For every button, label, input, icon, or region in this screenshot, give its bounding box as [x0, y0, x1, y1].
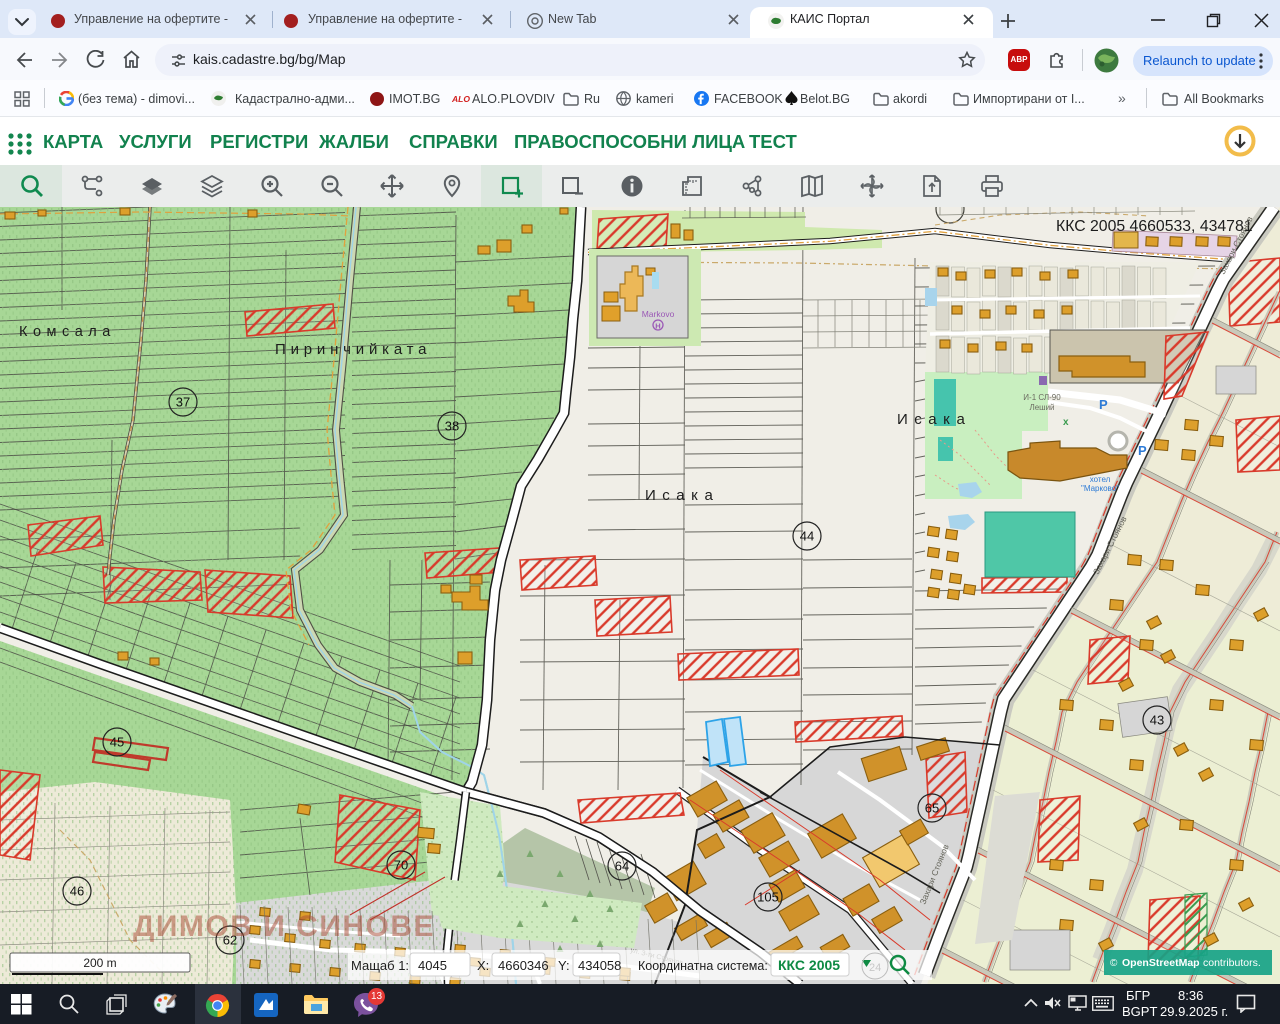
svg-text:200 m: 200 m: [83, 956, 116, 970]
svg-text:4660346: 4660346: [498, 958, 549, 973]
svg-text:44: 44: [800, 529, 814, 544]
svg-text:434058: 434058: [578, 958, 621, 973]
svg-text:105: 105: [757, 890, 779, 905]
svg-text:P: P: [1099, 397, 1108, 412]
svg-text:И-1 СЛ-90: И-1 СЛ-90: [1023, 393, 1061, 402]
svg-text:24: 24: [869, 962, 881, 974]
svg-text:H: H: [655, 322, 660, 331]
svg-text:45: 45: [110, 735, 124, 750]
svg-text:38: 38: [445, 419, 459, 434]
svg-text:70: 70: [394, 858, 408, 873]
svg-text:Леший: Леший: [1029, 403, 1054, 412]
svg-text:ККС 2005 4660533, 434781: ККС 2005 4660533, 434781: [1056, 218, 1253, 235]
svg-text:"Марково": "Марково": [1081, 484, 1119, 493]
svg-text:x: x: [1063, 417, 1069, 428]
svg-text:ККС 2005: ККС 2005: [778, 957, 840, 973]
svg-text:Markovo: Markovo: [642, 309, 675, 319]
svg-text:Исака: Исака: [645, 487, 719, 504]
svg-text:X:: X:: [477, 958, 489, 973]
svg-text:хотел: хотел: [1090, 475, 1111, 484]
svg-text:Исака: Исака: [897, 411, 971, 428]
svg-text:46: 46: [70, 884, 84, 899]
svg-text:P: P: [1138, 443, 1147, 458]
svg-text:Мащаб 1:: Мащаб 1:: [351, 958, 409, 973]
svg-text:65: 65: [925, 801, 939, 816]
svg-text:4045: 4045: [418, 958, 447, 973]
svg-text:Комсала: Комсала: [19, 324, 116, 340]
svg-text:43: 43: [1150, 713, 1164, 728]
svg-text:©: ©: [1110, 958, 1118, 969]
svg-text:37: 37: [176, 395, 190, 410]
svg-text:OpenStreetMap: OpenStreetMap: [1122, 957, 1200, 969]
svg-text:Пиринчийката: Пиринчийката: [275, 341, 431, 358]
svg-text:64: 64: [615, 859, 629, 874]
svg-text:ДИМОВ И СИНОВЕ: ДИМОВ И СИНОВЕ: [133, 910, 435, 943]
svg-text:Y:: Y:: [558, 958, 570, 973]
svg-text:contributors.: contributors.: [1203, 957, 1261, 969]
svg-text:Координатна система:: Координатна система:: [638, 959, 768, 973]
